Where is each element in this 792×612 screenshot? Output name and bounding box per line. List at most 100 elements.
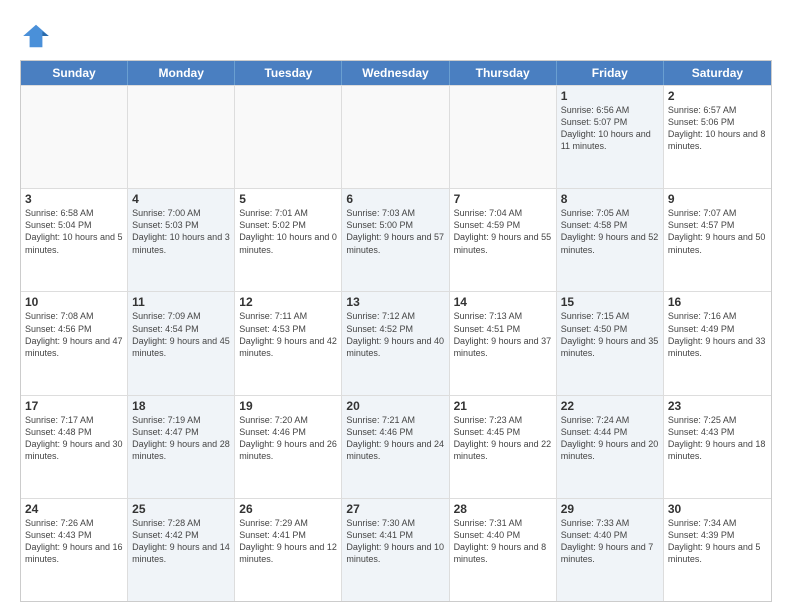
cell-details: Sunrise: 7:03 AM Sunset: 5:00 PM Dayligh… — [346, 207, 444, 256]
calendar: Sunday Monday Tuesday Wednesday Thursday… — [20, 60, 772, 602]
cell-details: Sunrise: 7:17 AM Sunset: 4:48 PM Dayligh… — [25, 414, 123, 463]
cell-details: Sunrise: 7:21 AM Sunset: 4:46 PM Dayligh… — [346, 414, 444, 463]
calendar-row-4: 17Sunrise: 7:17 AM Sunset: 4:48 PM Dayli… — [21, 395, 771, 498]
day-number: 8 — [561, 192, 659, 206]
calendar-row-2: 3Sunrise: 6:58 AM Sunset: 5:04 PM Daylig… — [21, 188, 771, 291]
calendar-cell: 23Sunrise: 7:25 AM Sunset: 4:43 PM Dayli… — [664, 396, 771, 498]
calendar-cell: 9Sunrise: 7:07 AM Sunset: 4:57 PM Daylig… — [664, 189, 771, 291]
calendar-header: Sunday Monday Tuesday Wednesday Thursday… — [21, 61, 771, 85]
day-number: 27 — [346, 502, 444, 516]
calendar-cell: 18Sunrise: 7:19 AM Sunset: 4:47 PM Dayli… — [128, 396, 235, 498]
day-number: 14 — [454, 295, 552, 309]
header-sunday: Sunday — [21, 61, 128, 85]
calendar-cell: 11Sunrise: 7:09 AM Sunset: 4:54 PM Dayli… — [128, 292, 235, 394]
header-saturday: Saturday — [664, 61, 771, 85]
cell-details: Sunrise: 7:15 AM Sunset: 4:50 PM Dayligh… — [561, 310, 659, 359]
calendar-cell: 20Sunrise: 7:21 AM Sunset: 4:46 PM Dayli… — [342, 396, 449, 498]
cell-details: Sunrise: 7:01 AM Sunset: 5:02 PM Dayligh… — [239, 207, 337, 256]
calendar-cell: 1Sunrise: 6:56 AM Sunset: 5:07 PM Daylig… — [557, 86, 664, 188]
calendar-cell: 5Sunrise: 7:01 AM Sunset: 5:02 PM Daylig… — [235, 189, 342, 291]
calendar-row-3: 10Sunrise: 7:08 AM Sunset: 4:56 PM Dayli… — [21, 291, 771, 394]
header-wednesday: Wednesday — [342, 61, 449, 85]
header — [20, 16, 772, 52]
cell-details: Sunrise: 7:11 AM Sunset: 4:53 PM Dayligh… — [239, 310, 337, 359]
calendar-cell: 28Sunrise: 7:31 AM Sunset: 4:40 PM Dayli… — [450, 499, 557, 601]
calendar-cell: 13Sunrise: 7:12 AM Sunset: 4:52 PM Dayli… — [342, 292, 449, 394]
day-number: 16 — [668, 295, 767, 309]
calendar-body: 1Sunrise: 6:56 AM Sunset: 5:07 PM Daylig… — [21, 85, 771, 601]
calendar-cell — [235, 86, 342, 188]
day-number: 10 — [25, 295, 123, 309]
cell-details: Sunrise: 7:09 AM Sunset: 4:54 PM Dayligh… — [132, 310, 230, 359]
cell-details: Sunrise: 7:16 AM Sunset: 4:49 PM Dayligh… — [668, 310, 767, 359]
calendar-cell: 22Sunrise: 7:24 AM Sunset: 4:44 PM Dayli… — [557, 396, 664, 498]
calendar-cell: 26Sunrise: 7:29 AM Sunset: 4:41 PM Dayli… — [235, 499, 342, 601]
cell-details: Sunrise: 7:05 AM Sunset: 4:58 PM Dayligh… — [561, 207, 659, 256]
header-monday: Monday — [128, 61, 235, 85]
day-number: 29 — [561, 502, 659, 516]
cell-details: Sunrise: 7:00 AM Sunset: 5:03 PM Dayligh… — [132, 207, 230, 256]
calendar-row-1: 1Sunrise: 6:56 AM Sunset: 5:07 PM Daylig… — [21, 85, 771, 188]
cell-details: Sunrise: 6:58 AM Sunset: 5:04 PM Dayligh… — [25, 207, 123, 256]
calendar-cell: 12Sunrise: 7:11 AM Sunset: 4:53 PM Dayli… — [235, 292, 342, 394]
calendar-cell — [450, 86, 557, 188]
day-number: 18 — [132, 399, 230, 413]
day-number: 11 — [132, 295, 230, 309]
cell-details: Sunrise: 7:26 AM Sunset: 4:43 PM Dayligh… — [25, 517, 123, 566]
calendar-cell: 21Sunrise: 7:23 AM Sunset: 4:45 PM Dayli… — [450, 396, 557, 498]
day-number: 3 — [25, 192, 123, 206]
calendar-cell: 14Sunrise: 7:13 AM Sunset: 4:51 PM Dayli… — [450, 292, 557, 394]
calendar-cell: 2Sunrise: 6:57 AM Sunset: 5:06 PM Daylig… — [664, 86, 771, 188]
calendar-cell: 8Sunrise: 7:05 AM Sunset: 4:58 PM Daylig… — [557, 189, 664, 291]
day-number: 19 — [239, 399, 337, 413]
cell-details: Sunrise: 6:56 AM Sunset: 5:07 PM Dayligh… — [561, 104, 659, 153]
calendar-cell: 24Sunrise: 7:26 AM Sunset: 4:43 PM Dayli… — [21, 499, 128, 601]
calendar-cell: 16Sunrise: 7:16 AM Sunset: 4:49 PM Dayli… — [664, 292, 771, 394]
day-number: 7 — [454, 192, 552, 206]
calendar-cell: 25Sunrise: 7:28 AM Sunset: 4:42 PM Dayli… — [128, 499, 235, 601]
calendar-cell: 3Sunrise: 6:58 AM Sunset: 5:04 PM Daylig… — [21, 189, 128, 291]
day-number: 28 — [454, 502, 552, 516]
calendar-cell — [128, 86, 235, 188]
cell-details: Sunrise: 7:08 AM Sunset: 4:56 PM Dayligh… — [25, 310, 123, 359]
day-number: 15 — [561, 295, 659, 309]
header-friday: Friday — [557, 61, 664, 85]
cell-details: Sunrise: 7:20 AM Sunset: 4:46 PM Dayligh… — [239, 414, 337, 463]
calendar-cell: 30Sunrise: 7:34 AM Sunset: 4:39 PM Dayli… — [664, 499, 771, 601]
day-number: 17 — [25, 399, 123, 413]
day-number: 25 — [132, 502, 230, 516]
calendar-cell: 17Sunrise: 7:17 AM Sunset: 4:48 PM Dayli… — [21, 396, 128, 498]
day-number: 5 — [239, 192, 337, 206]
day-number: 20 — [346, 399, 444, 413]
day-number: 22 — [561, 399, 659, 413]
calendar-cell: 10Sunrise: 7:08 AM Sunset: 4:56 PM Dayli… — [21, 292, 128, 394]
calendar-cell: 6Sunrise: 7:03 AM Sunset: 5:00 PM Daylig… — [342, 189, 449, 291]
cell-details: Sunrise: 7:30 AM Sunset: 4:41 PM Dayligh… — [346, 517, 444, 566]
calendar-cell — [342, 86, 449, 188]
day-number: 9 — [668, 192, 767, 206]
day-number: 21 — [454, 399, 552, 413]
cell-details: Sunrise: 7:29 AM Sunset: 4:41 PM Dayligh… — [239, 517, 337, 566]
day-number: 2 — [668, 89, 767, 103]
calendar-cell: 29Sunrise: 7:33 AM Sunset: 4:40 PM Dayli… — [557, 499, 664, 601]
cell-details: Sunrise: 7:23 AM Sunset: 4:45 PM Dayligh… — [454, 414, 552, 463]
cell-details: Sunrise: 7:33 AM Sunset: 4:40 PM Dayligh… — [561, 517, 659, 566]
cell-details: Sunrise: 7:31 AM Sunset: 4:40 PM Dayligh… — [454, 517, 552, 566]
day-number: 12 — [239, 295, 337, 309]
calendar-cell: 27Sunrise: 7:30 AM Sunset: 4:41 PM Dayli… — [342, 499, 449, 601]
cell-details: Sunrise: 7:13 AM Sunset: 4:51 PM Dayligh… — [454, 310, 552, 359]
calendar-row-5: 24Sunrise: 7:26 AM Sunset: 4:43 PM Dayli… — [21, 498, 771, 601]
cell-details: Sunrise: 7:34 AM Sunset: 4:39 PM Dayligh… — [668, 517, 767, 566]
day-number: 24 — [25, 502, 123, 516]
cell-details: Sunrise: 7:12 AM Sunset: 4:52 PM Dayligh… — [346, 310, 444, 359]
day-number: 1 — [561, 89, 659, 103]
cell-details: Sunrise: 7:24 AM Sunset: 4:44 PM Dayligh… — [561, 414, 659, 463]
page: Sunday Monday Tuesday Wednesday Thursday… — [0, 0, 792, 612]
cell-details: Sunrise: 6:57 AM Sunset: 5:06 PM Dayligh… — [668, 104, 767, 153]
cell-details: Sunrise: 7:04 AM Sunset: 4:59 PM Dayligh… — [454, 207, 552, 256]
calendar-cell: 7Sunrise: 7:04 AM Sunset: 4:59 PM Daylig… — [450, 189, 557, 291]
cell-details: Sunrise: 7:19 AM Sunset: 4:47 PM Dayligh… — [132, 414, 230, 463]
cell-details: Sunrise: 7:25 AM Sunset: 4:43 PM Dayligh… — [668, 414, 767, 463]
header-thursday: Thursday — [450, 61, 557, 85]
logo — [20, 20, 56, 52]
